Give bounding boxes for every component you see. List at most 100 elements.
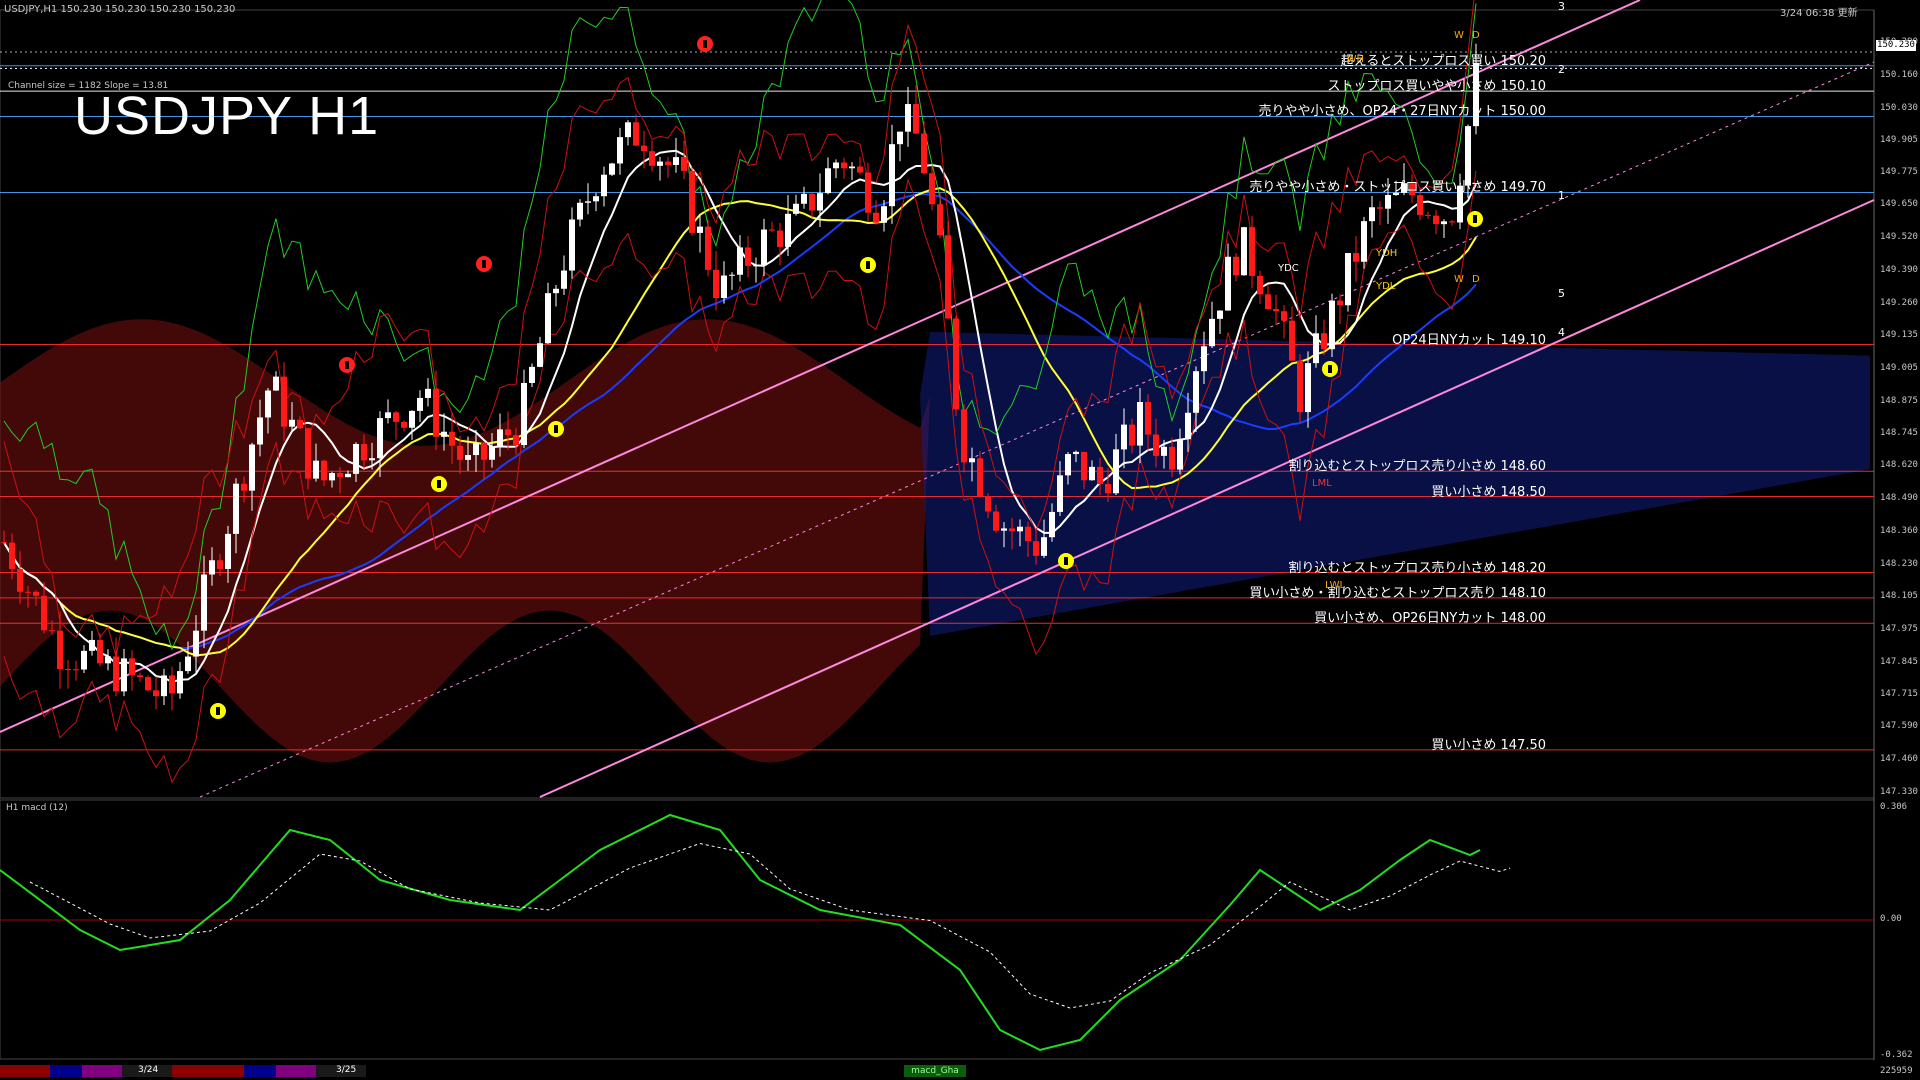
candle-body	[185, 656, 191, 672]
candle-body	[649, 151, 655, 166]
candle-body	[481, 442, 487, 460]
candle-body	[1193, 371, 1199, 413]
session-bar-3	[82, 1065, 122, 1077]
price-tick: 148.230	[1880, 558, 1918, 569]
candle-body	[665, 161, 671, 165]
candle-body	[25, 591, 31, 593]
candle-body	[73, 669, 79, 671]
fractal-marker-core	[1064, 557, 1068, 565]
fractal-marker-core	[345, 361, 349, 369]
fractal-marker-core	[703, 40, 707, 48]
candle-body	[961, 409, 967, 463]
candle-body	[393, 412, 399, 422]
level-label: 買い小さめ・割り込むとストップロス売り 148.10	[1249, 585, 1546, 601]
candle-body	[849, 166, 855, 169]
candle-body	[577, 202, 583, 220]
price-tick: 148.360	[1880, 526, 1918, 537]
level-label: 超えるとストップロス買い 150.20	[1340, 53, 1546, 69]
candle-body	[193, 630, 199, 657]
price-tick: 149.905	[1880, 134, 1918, 145]
candle-body	[1369, 207, 1375, 222]
candle-body	[745, 247, 751, 266]
candle-body	[321, 460, 327, 481]
candle-body	[1113, 449, 1119, 494]
candle-body	[697, 226, 703, 233]
update-time: 3/24 06:38 更新	[1780, 8, 1858, 19]
price-tick: 147.975	[1880, 623, 1918, 634]
indicator-tab[interactable]: macd_Gha	[904, 1065, 966, 1077]
candle-body	[217, 560, 223, 569]
candle-body	[209, 560, 215, 575]
candle-body	[1329, 300, 1335, 350]
fractal-marker-core	[554, 425, 558, 433]
candle-body	[305, 428, 311, 479]
candle-body	[369, 458, 375, 461]
candle-body	[761, 229, 767, 266]
candle-body	[561, 270, 567, 289]
candle-body	[1217, 310, 1223, 319]
candle-body	[1377, 207, 1383, 209]
fractal-marker-core	[482, 260, 486, 268]
candle-body	[1345, 253, 1351, 306]
candle-body	[753, 265, 759, 267]
candle-body	[1129, 424, 1135, 446]
candle-body	[993, 511, 999, 531]
candle-body	[457, 445, 463, 460]
price-tick: 149.520	[1880, 232, 1918, 243]
candle-body	[1385, 195, 1391, 209]
price-tick: 148.875	[1880, 395, 1918, 406]
candle-body	[905, 104, 911, 132]
tag-lml: LML	[1312, 478, 1332, 489]
candle-body	[1185, 412, 1191, 440]
level-label: 買い小さめ 147.50	[1431, 737, 1546, 753]
price-tick: 148.620	[1880, 460, 1918, 471]
session-bar-7	[276, 1065, 316, 1077]
price-tick: 148.105	[1880, 590, 1918, 601]
tag-d-top: D	[1472, 30, 1480, 41]
candle-body	[881, 206, 887, 223]
candle-body	[473, 442, 479, 456]
candle-body	[585, 201, 591, 203]
candle-body	[465, 455, 471, 460]
tag-ydl: YDL	[1376, 281, 1396, 292]
session-bar-5	[172, 1065, 244, 1077]
candle-body	[1257, 275, 1263, 295]
ichimoku-cloud	[0, 319, 1870, 763]
tag-d-mid: D	[1472, 274, 1480, 285]
candle-body	[513, 435, 519, 446]
level-label: 売りやや小さめ・ストップロス買い小さめ 149.70	[1249, 180, 1546, 196]
candle-body	[889, 144, 895, 207]
candle-body	[641, 145, 647, 152]
candle-body	[657, 161, 663, 166]
price-tick: 147.845	[1880, 656, 1918, 667]
candle-body	[233, 483, 239, 534]
candle-body	[777, 230, 783, 247]
candle-body	[249, 444, 255, 491]
candle-body	[1233, 256, 1239, 276]
candle-body	[137, 675, 143, 678]
candle-body	[1337, 300, 1343, 306]
channel-number-5: 5	[1558, 287, 1565, 300]
candle-body	[1281, 311, 1287, 321]
candle-body	[689, 170, 695, 233]
candle-body	[489, 446, 495, 460]
candle-body	[1, 542, 7, 544]
price-tick: 147.590	[1880, 721, 1918, 732]
candle-body	[345, 473, 351, 478]
candle-body	[441, 431, 447, 437]
channel-number-4: 4	[1558, 326, 1565, 339]
candle-body	[1417, 195, 1423, 215]
price-chart[interactable]	[0, 0, 1920, 1080]
candle-body	[361, 444, 367, 461]
candle-body	[353, 444, 359, 474]
tag-ydh: YDH	[1376, 248, 1398, 259]
candle-body	[1009, 528, 1015, 532]
candle-body	[337, 473, 343, 478]
candle-body	[721, 275, 727, 298]
price-tick: 148.745	[1880, 428, 1918, 439]
level-label: 割り込むとストップロス売り小さめ 148.20	[1288, 560, 1546, 576]
fractal-marker-core	[437, 480, 441, 488]
candle-body	[201, 574, 207, 631]
candle-body	[713, 269, 719, 298]
candle-body	[401, 421, 407, 428]
